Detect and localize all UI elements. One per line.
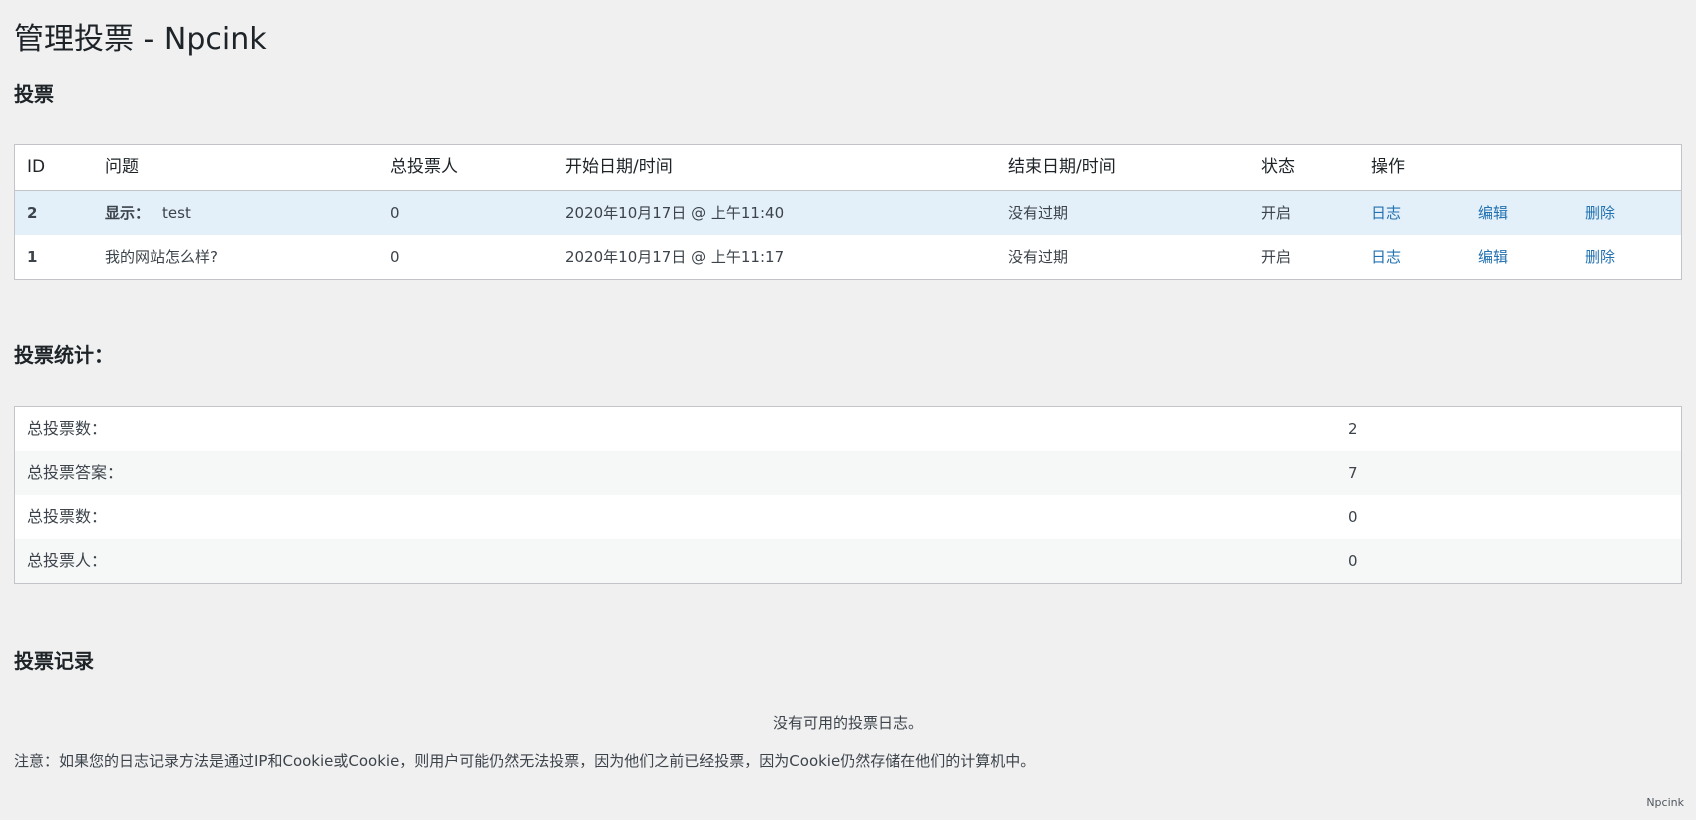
poll-start: 2020年10月17日 @ 上午11:17: [565, 248, 785, 266]
poll-question: 显示： test: [105, 191, 191, 235]
col-header-id: ID: [27, 157, 46, 177]
poll-start: 2020年10月17日 @ 上午11:40: [565, 204, 785, 222]
col-header-voters: 总投票人: [390, 157, 458, 177]
poll-question-text: 我的网站怎么样?: [105, 248, 218, 266]
poll-edit-link[interactable]: 编辑: [1478, 235, 1508, 279]
poll-row: 2 显示： test 0 2020年10月17日 @ 上午11:40 没有过期 开…: [15, 191, 1681, 235]
poll-status: 开启: [1261, 248, 1292, 266]
poll-status: 开启: [1261, 204, 1292, 222]
poll-question: 我的网站怎么样?: [105, 235, 218, 279]
poll-delete-link[interactable]: 删除: [1585, 235, 1615, 279]
stats-row: 总投票人： 0: [15, 539, 1681, 583]
poll-end: 没有过期: [1008, 204, 1069, 222]
footer-credit: Npcink: [1646, 796, 1684, 809]
stats-table: 总投票数： 2 总投票答案： 7 总投票数： 0 总投票人： 0: [14, 406, 1682, 584]
polls-table: ID 问题 总投票人 开始日期/时间 结束日期/时间 状态 操作 2 显示： te…: [14, 144, 1682, 280]
page-title: 管理投票 - Npcink: [14, 22, 267, 57]
stat-value: 0: [1348, 508, 1358, 526]
stat-value: 0: [1348, 552, 1358, 570]
col-header-question: 问题: [105, 157, 139, 177]
stats-heading: 投票统计：: [14, 343, 114, 367]
col-header-status: 状态: [1261, 157, 1295, 177]
poll-id: 2: [27, 204, 38, 222]
stat-label: 总投票答案：: [27, 463, 124, 482]
stats-row: 总投票数： 2: [15, 407, 1681, 451]
poll-display-label: 显示：: [105, 204, 151, 222]
polls-table-header: ID 问题 总投票人 开始日期/时间 结束日期/时间 状态 操作: [15, 145, 1681, 191]
stat-label: 总投票数：: [27, 507, 108, 526]
stat-value: 2: [1348, 420, 1358, 438]
poll-row: 1 我的网站怎么样? 0 2020年10月17日 @ 上午11:17 没有过期 …: [15, 235, 1681, 279]
col-header-start: 开始日期/时间: [565, 157, 673, 177]
stat-label: 总投票数：: [27, 419, 108, 438]
poll-log-link[interactable]: 日志: [1371, 191, 1401, 235]
poll-log-link[interactable]: 日志: [1371, 235, 1401, 279]
polls-heading: 投票: [14, 82, 54, 106]
poll-delete-link[interactable]: 删除: [1585, 191, 1615, 235]
logs-heading: 投票记录: [14, 649, 94, 673]
poll-question-text: test: [162, 204, 191, 222]
col-header-end: 结束日期/时间: [1008, 157, 1116, 177]
stat-value: 7: [1348, 464, 1358, 482]
poll-voters: 0: [390, 248, 400, 266]
poll-voters: 0: [390, 204, 400, 222]
poll-end: 没有过期: [1008, 248, 1069, 266]
logs-note: 注意：如果您的日志记录方法是通过IP和Cookie或Cookie，则用户可能仍然…: [14, 752, 1036, 770]
poll-id: 1: [27, 248, 38, 266]
poll-edit-link[interactable]: 编辑: [1478, 191, 1508, 235]
stat-label: 总投票人：: [27, 551, 108, 570]
col-header-actions: 操作: [1371, 157, 1405, 177]
stats-row: 总投票数： 0: [15, 495, 1681, 539]
logs-empty-message: 没有可用的投票日志。: [772, 714, 923, 732]
stats-row: 总投票答案： 7: [15, 451, 1681, 495]
